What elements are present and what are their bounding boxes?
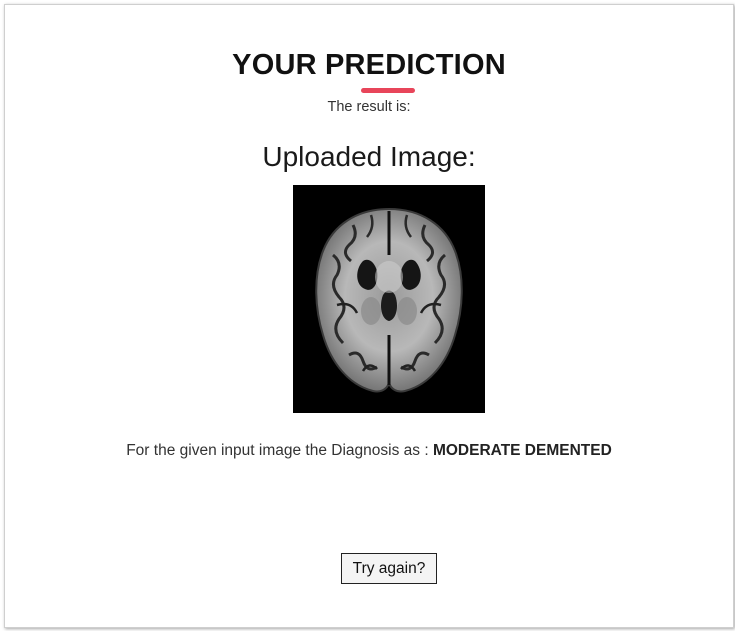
result-label: The result is: [327, 99, 411, 115]
page-title: YOUR PREDICTION [232, 49, 506, 81]
prediction-panel: YOUR PREDICTION The result is: Uploaded … [4, 4, 734, 628]
title-accent-underline [361, 88, 415, 93]
uploaded-image-heading: Uploaded Image: [262, 141, 476, 172]
diagnosis-prefix: For the given input image the Diagnosis … [126, 442, 429, 459]
try-again-button[interactable]: Try again? [341, 553, 437, 584]
diagnosis-value: MODERATE DEMENTED [432, 442, 612, 459]
brain-mri-scan-icon [293, 185, 485, 413]
diagnosis-line: For the given input image the Diagnosis … [5, 442, 733, 460]
uploaded-mri-image [293, 185, 485, 413]
